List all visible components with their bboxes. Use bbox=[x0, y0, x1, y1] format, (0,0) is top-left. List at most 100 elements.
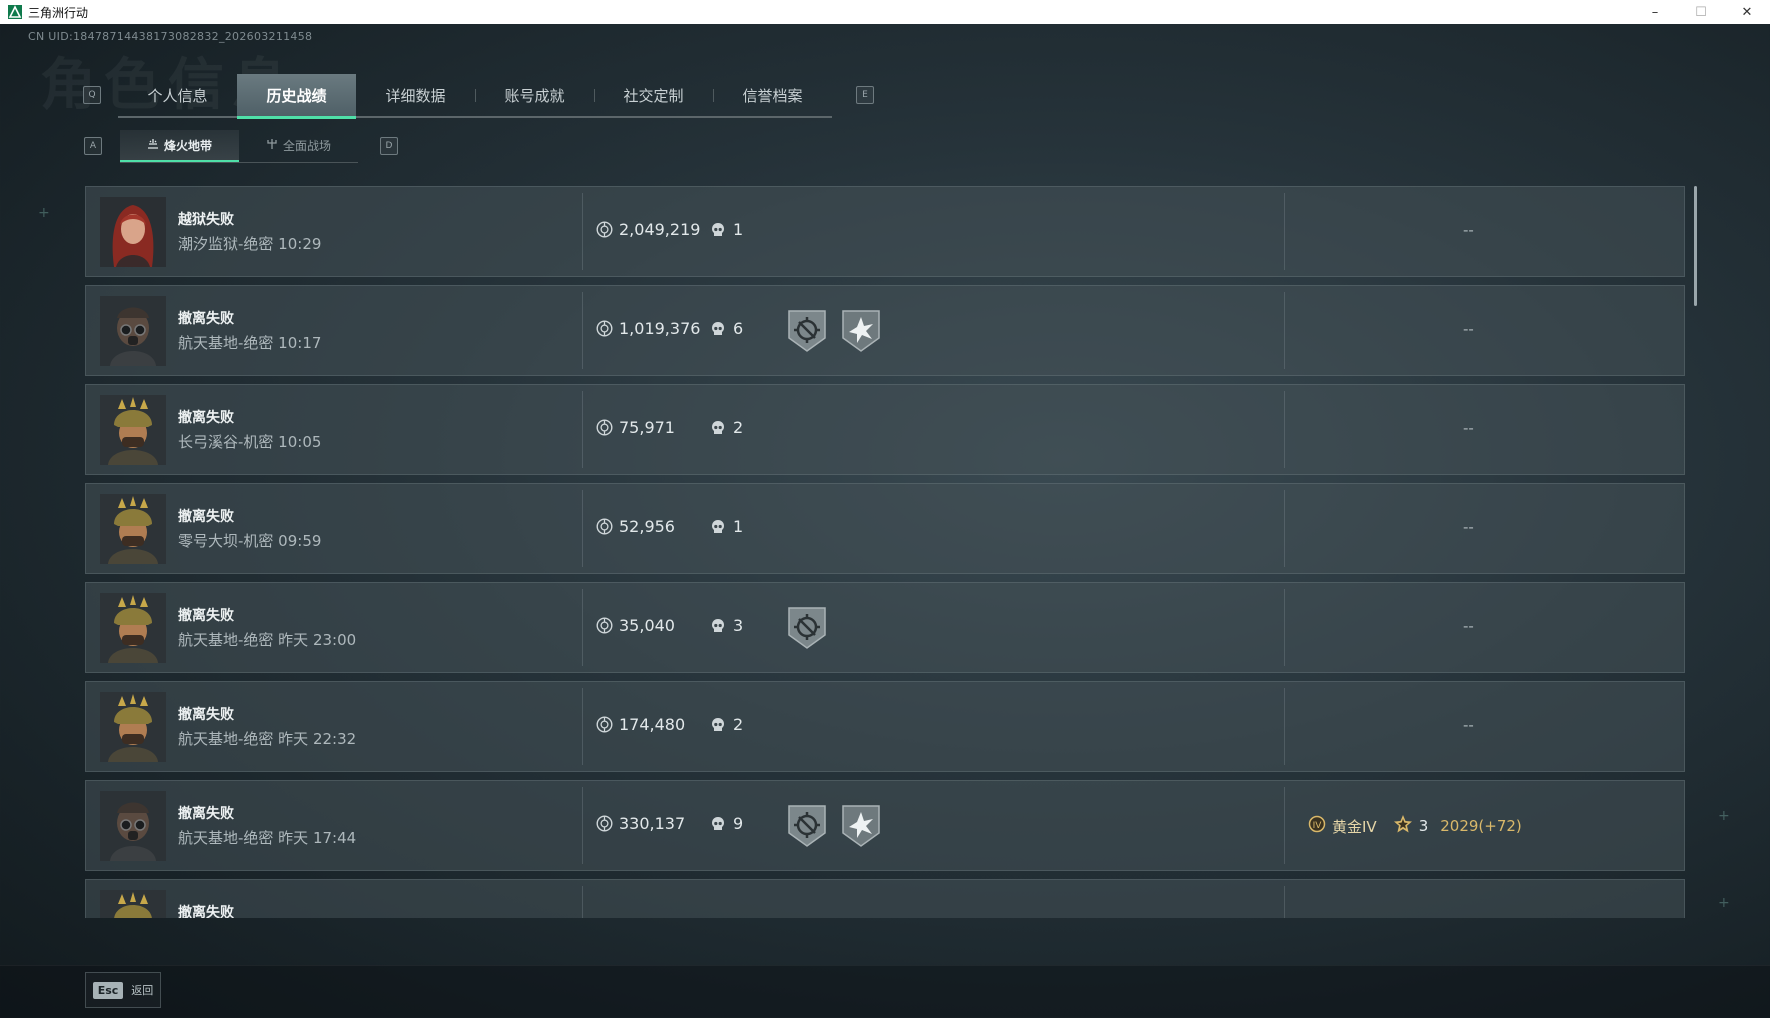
rank-placeholder: -- bbox=[1463, 419, 1474, 437]
key-hint-e: E bbox=[856, 86, 874, 104]
rank-placeholder: -- bbox=[1463, 518, 1474, 536]
key-hint-q: Q bbox=[83, 86, 101, 104]
deco-plus-icon: + bbox=[1718, 808, 1730, 824]
match-result: 撤离失败 bbox=[178, 608, 234, 624]
match-result: 撤离失败 bbox=[178, 707, 234, 723]
map-and-time: 航天基地-绝密 昨天 22:32 bbox=[178, 730, 357, 748]
deco-plus-icon: + bbox=[38, 205, 50, 221]
match-result: 撤离失败 bbox=[178, 509, 234, 525]
map-and-time: 航天基地-绝密 昨天 23:00 bbox=[178, 631, 357, 649]
map-and-time: 航天基地-绝密 10:17 bbox=[178, 334, 322, 352]
operator-avatar bbox=[100, 197, 166, 267]
divider bbox=[582, 391, 583, 468]
match-row[interactable]: 撤离失败 bbox=[85, 879, 1685, 918]
deco-plus-icon: + bbox=[1718, 895, 1730, 911]
burst-badge-icon[interactable] bbox=[840, 308, 882, 354]
operator-avatar bbox=[100, 692, 166, 762]
kill-count: 2 bbox=[733, 418, 744, 437]
rank-placeholder: -- bbox=[1463, 617, 1474, 635]
divider bbox=[582, 688, 583, 765]
star-rank-icon bbox=[1393, 814, 1413, 838]
match-stats: 174,480 2 bbox=[596, 715, 743, 734]
crosshair-badge-icon[interactable] bbox=[786, 308, 828, 354]
crosshair-badge-icon[interactable] bbox=[786, 605, 828, 651]
match-row[interactable]: 撤离失败 零号大坝-机密 09:59 52,956 1 -- bbox=[85, 483, 1685, 574]
divider bbox=[1284, 292, 1285, 369]
beacon-icon bbox=[147, 138, 159, 152]
window-title: 三角洲行动 bbox=[28, 5, 89, 20]
divider bbox=[582, 490, 583, 567]
match-row[interactable]: 撤离失败航天基地-绝密 昨天 22:32 174,480 2 -- bbox=[85, 681, 1685, 772]
rank-placeholder: -- bbox=[1463, 716, 1474, 734]
operator-avatar bbox=[100, 890, 166, 918]
kill-count: 1 bbox=[733, 517, 744, 536]
divider bbox=[582, 193, 583, 270]
kill-count: 2 bbox=[733, 715, 744, 734]
subtab-hazard-zone[interactable]: 烽火地带 bbox=[120, 130, 239, 162]
maximize-button[interactable]: ☐ bbox=[1678, 0, 1724, 24]
operator-avatar bbox=[100, 791, 166, 861]
back-button[interactable]: Esc 返回 bbox=[85, 972, 161, 1008]
coin-icon bbox=[596, 518, 613, 535]
crosshair-badge-icon[interactable] bbox=[786, 803, 828, 849]
rank-info: IV 黄金IV 3 2029(+72) bbox=[1308, 814, 1522, 838]
rank-placeholder: -- bbox=[1463, 221, 1474, 239]
window-titlebar: 三角洲行动 – ☐ ✕ bbox=[0, 0, 1770, 24]
kill-count: 3 bbox=[733, 616, 744, 635]
svg-text:IV: IV bbox=[1313, 821, 1323, 831]
match-result: 撤离失败 bbox=[178, 905, 234, 918]
burst-badge-icon[interactable] bbox=[840, 803, 882, 849]
map-and-time: 长弓溪谷-机密 10:05 bbox=[178, 433, 322, 451]
skull-icon bbox=[711, 717, 725, 733]
divider bbox=[582, 886, 583, 918]
divider bbox=[1284, 688, 1285, 765]
operator-avatar bbox=[100, 296, 166, 366]
operator-avatar bbox=[100, 395, 166, 465]
divider bbox=[1284, 886, 1285, 918]
scrollbar-thumb[interactable] bbox=[1694, 186, 1697, 306]
match-stats: 75,971 2 bbox=[596, 418, 743, 437]
tab-personal-info[interactable]: 个人信息 bbox=[118, 74, 237, 116]
subtab-label: 全面战场 bbox=[282, 138, 331, 153]
match-history-list: 越狱失败 潮汐监狱-绝密 10:29 2,049,219 1 -- 撤离失败 航天基地… bbox=[85, 186, 1685, 918]
loot-value: 2,049,219 bbox=[619, 220, 701, 239]
match-row[interactable]: 撤离失败 航天基地-绝密 昨天 23:00 35,040 3 -- bbox=[85, 582, 1685, 673]
coin-icon bbox=[596, 716, 613, 733]
match-row[interactable]: 撤离失败 航天基地-绝密 10:17 1,019,376 6 -- bbox=[85, 285, 1685, 376]
tab-credit-record[interactable]: 信誉档案 bbox=[713, 74, 832, 116]
match-row[interactable]: 撤离失败 长弓溪谷-机密 10:05 75,971 2 -- bbox=[85, 384, 1685, 475]
footer-bar bbox=[0, 965, 1770, 1018]
operator-avatar bbox=[100, 593, 166, 663]
rank-name: 黄金IV bbox=[1332, 817, 1377, 836]
badge-group bbox=[786, 308, 882, 354]
match-row[interactable]: 越狱失败 潮汐监狱-绝密 10:29 2,049,219 1 -- bbox=[85, 186, 1685, 277]
loot-value: 1,019,376 bbox=[619, 319, 701, 338]
close-button[interactable]: ✕ bbox=[1724, 0, 1770, 24]
match-stats: 2,049,219 1 bbox=[596, 220, 743, 239]
minimize-button[interactable]: – bbox=[1632, 0, 1678, 24]
trident-icon bbox=[266, 138, 278, 153]
loot-value: 52,956 bbox=[619, 517, 675, 536]
divider bbox=[582, 589, 583, 666]
rank-placeholder: -- bbox=[1463, 320, 1474, 338]
coin-icon bbox=[596, 320, 613, 337]
match-stats: 330,137 9 bbox=[596, 814, 743, 833]
kill-count: 6 bbox=[733, 319, 744, 338]
match-row[interactable]: 撤离失败 航天基地-绝密 昨天 17:44 330,137 9 IV 黄金IV 3… bbox=[85, 780, 1685, 871]
tab-detailed-data[interactable]: 详细数据 bbox=[356, 74, 475, 116]
app-logo-icon bbox=[8, 5, 22, 19]
tab-achievements[interactable]: 账号成就 bbox=[475, 74, 594, 116]
match-result: 撤离失败 bbox=[178, 806, 234, 822]
loot-value: 75,971 bbox=[619, 418, 675, 437]
loot-value: 174,480 bbox=[619, 715, 686, 734]
kill-count: 1 bbox=[733, 220, 744, 239]
divider bbox=[1284, 589, 1285, 666]
operator-avatar bbox=[100, 494, 166, 564]
tab-social-custom[interactable]: 社交定制 bbox=[594, 74, 713, 116]
coin-icon bbox=[596, 617, 613, 634]
subtab-warfare[interactable]: 全面战场 bbox=[239, 130, 358, 160]
skull-icon bbox=[711, 222, 725, 238]
tab-match-history[interactable]: 历史战绩 bbox=[237, 74, 356, 119]
coin-icon bbox=[596, 221, 613, 238]
divider bbox=[582, 787, 583, 864]
